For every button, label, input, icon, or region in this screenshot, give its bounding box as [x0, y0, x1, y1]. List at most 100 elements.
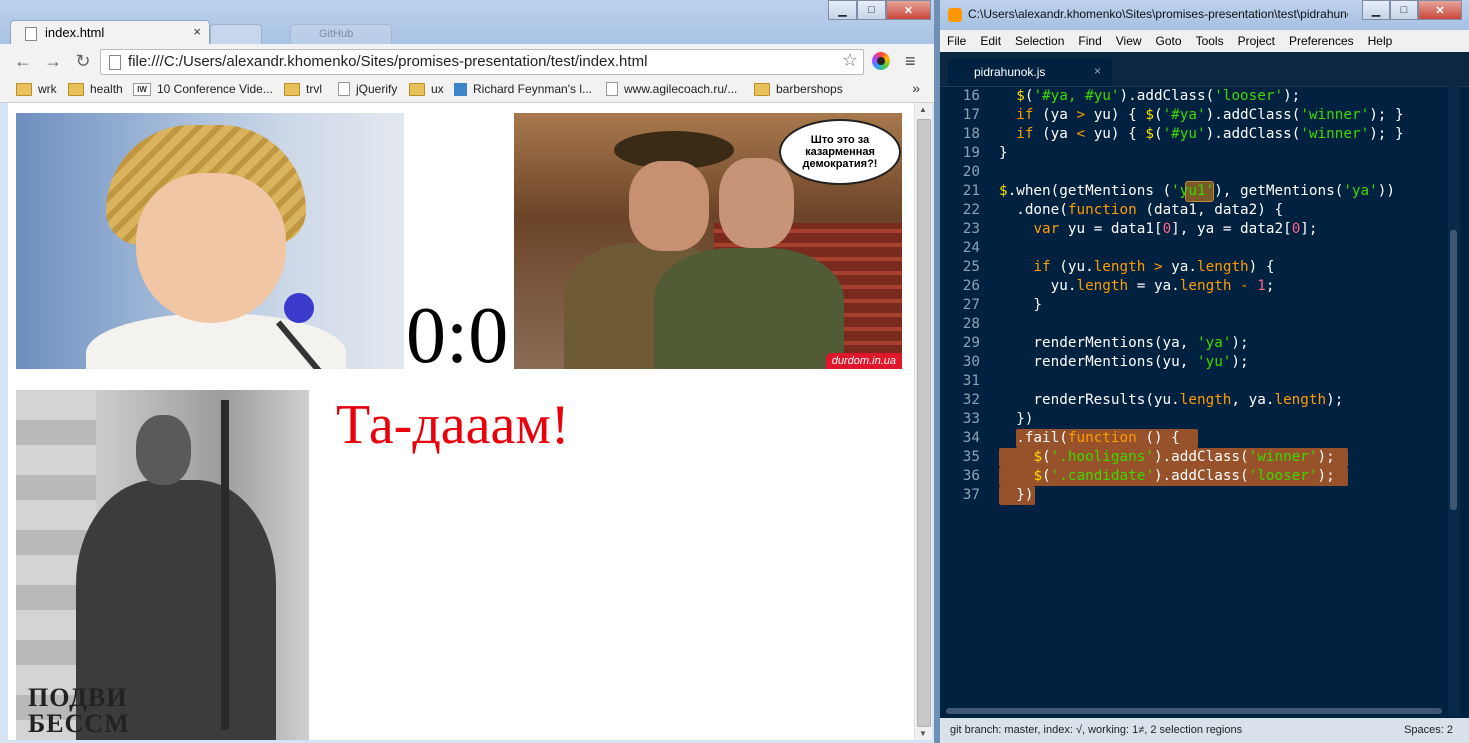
bookmark-agilecoach[interactable]: www.agilecoach.ru/... — [606, 82, 737, 96]
bookmark-star-icon[interactable]: ☆ — [842, 50, 858, 71]
forward-arrow-icon[interactable]: → — [42, 50, 64, 72]
photo-candidate-speaking — [16, 113, 404, 369]
page-content: 0:0 Што это за казарменная демократия?! … — [8, 103, 914, 740]
bookmark-barbershops[interactable]: barbershops — [754, 82, 843, 96]
bookmark-label: www.agilecoach.ru/... — [624, 82, 738, 96]
code-line: 19} — [940, 144, 1448, 163]
status-git-info: git branch: master, index: √, working: 1… — [950, 724, 1243, 736]
bookmark-trvl[interactable]: trvl — [284, 82, 322, 96]
page-scrollbar[interactable]: ▲ ▼ — [914, 103, 932, 740]
menu-file[interactable]: File — [940, 30, 973, 52]
bookmark-feynman[interactable]: Richard Feynman's l... — [454, 82, 592, 96]
menu-preferences[interactable]: Preferences — [1282, 30, 1361, 52]
menu-edit[interactable]: Edit — [973, 30, 1008, 52]
address-bar[interactable]: file:///C:/Users/alexandr.khomenko/Sites… — [100, 49, 864, 75]
status-indentation[interactable]: Spaces: 2 — [1404, 724, 1453, 736]
bookmark-health[interactable]: health — [68, 82, 123, 96]
reload-icon[interactable]: ↻ — [72, 50, 94, 72]
code-line: 20 — [940, 163, 1448, 182]
line-number: 37 — [962, 487, 980, 503]
folder-icon — [754, 82, 770, 96]
code-line: 33 }) — [940, 410, 1448, 429]
bookmark-label: ux — [431, 82, 444, 96]
bookmark-jquerify[interactable]: jQuerify — [338, 82, 397, 96]
tab-strip: index.html × GitHub ▁ □ ✕ — [0, 0, 934, 45]
close-button[interactable]: ✕ — [886, 0, 931, 20]
score-display: 0:0 — [406, 292, 509, 380]
bookmark-label: jQuerify — [356, 82, 398, 96]
status-bar: git branch: master, index: √, working: 1… — [940, 718, 1469, 743]
url-text[interactable]: file:///C:/Users/alexandr.khomenko/Sites… — [128, 53, 647, 70]
line-number: 19 — [962, 145, 980, 161]
poster-line-1: ПОДВИ — [28, 683, 128, 712]
file-icon — [25, 27, 37, 41]
line-number: 23 — [962, 221, 980, 237]
menu-project[interactable]: Project — [1231, 30, 1282, 52]
bookmark-wrk[interactable]: wrk — [16, 82, 57, 96]
folder-icon — [16, 82, 32, 96]
hamburger-menu-icon[interactable]: ≡ — [905, 51, 916, 72]
tab-pidrahunok-js[interactable]: pidrahunok.js × — [948, 58, 1112, 86]
menu-help[interactable]: Help — [1361, 30, 1400, 52]
bookmarks-overflow-chevron[interactable]: » — [912, 80, 920, 96]
scrollbar-thumb[interactable] — [917, 119, 931, 727]
minimize-button[interactable]: ▁ — [828, 0, 857, 20]
scroll-down-arrow-icon[interactable]: ▼ — [919, 729, 927, 738]
tab-ghost[interactable]: GitHub — [290, 24, 392, 45]
code-line: 37 }) — [940, 486, 1448, 505]
folder-icon — [284, 82, 300, 96]
code-line: 36 $('.candidate').addClass('looser'); — [940, 467, 1448, 486]
line-number: 17 — [962, 107, 980, 123]
editor-tab-close-button[interactable]: × — [1094, 64, 1101, 78]
new-tab-button[interactable] — [210, 24, 262, 45]
bookmarks-bar: wrk health IW 10 Conference Vide... trvl … — [0, 78, 934, 103]
bookmark-label: 10 Conference Vide... — [157, 82, 273, 96]
menu-goto[interactable]: Goto — [1149, 30, 1189, 52]
menu-view[interactable]: View — [1109, 30, 1149, 52]
code-editor[interactable]: 16 $('#ya, #yu').addClass('looser'); 17 … — [940, 86, 1448, 716]
page-icon — [606, 82, 618, 96]
bookmark-label: trvl — [306, 82, 322, 96]
tab-title: index.html — [45, 25, 105, 40]
maximize-button[interactable]: □ — [857, 0, 886, 20]
browser-toolbar: ← → ↻ file:///C:/Users/alexandr.khomenko… — [0, 44, 934, 79]
maximize-button[interactable]: □ — [1390, 0, 1418, 20]
menu-selection[interactable]: Selection — [1008, 30, 1071, 52]
line-number: 25 — [962, 259, 980, 275]
menu-bar: File Edit Selection Find View Goto Tools… — [940, 30, 1469, 52]
editor-scrollbar-thumb[interactable] — [1450, 230, 1457, 510]
bookmark-conference[interactable]: IW 10 Conference Vide... — [133, 82, 273, 96]
line-number: 21 — [962, 183, 980, 199]
minimize-button[interactable]: ▁ — [1362, 0, 1390, 20]
back-arrow-icon[interactable]: ← — [12, 50, 34, 72]
editor-tab-bar: pidrahunok.js × — [940, 52, 1469, 87]
tab-close-button[interactable]: × — [193, 24, 201, 39]
code-line: 29 renderMentions(ya, 'ya'); — [940, 334, 1448, 353]
editor-window: C:\Users\alexandr.khomenko\Sites\promise… — [940, 0, 1469, 743]
close-button[interactable]: ✕ — [1418, 0, 1462, 20]
tab-index-html[interactable]: index.html × — [10, 20, 210, 45]
line-number: 26 — [962, 278, 980, 294]
bookmark-label: health — [90, 82, 123, 96]
horizontal-scrollbar[interactable] — [946, 708, 1442, 714]
folder-icon — [68, 82, 84, 96]
poster-text: ПОДВИ БЕССМ — [28, 685, 130, 737]
scroll-up-arrow-icon[interactable]: ▲ — [919, 105, 927, 114]
photo-soldier: ПОДВИ БЕССМ — [16, 390, 309, 740]
page-icon — [109, 55, 121, 70]
line-number: 28 — [962, 316, 980, 332]
code-line: 31 — [940, 372, 1448, 391]
code-line: 16 $('#ya, #yu').addClass('looser'); — [940, 87, 1448, 106]
menu-tools[interactable]: Tools — [1189, 30, 1231, 52]
bookmark-ux[interactable]: ux — [409, 82, 444, 96]
code-line: 18 if (ya < yu) { $('#yu').addClass('win… — [940, 125, 1448, 144]
code-line: 35 $('.hooligans').addClass('winner'); — [940, 448, 1448, 467]
code-line: 34 .fail(function () { — [940, 429, 1448, 448]
extension-icon[interactable] — [872, 52, 890, 70]
line-number: 16 — [962, 88, 980, 104]
sublime-icon — [948, 8, 962, 22]
poster-line-2: БЕССМ — [28, 709, 130, 738]
menu-find[interactable]: Find — [1071, 30, 1108, 52]
line-number: 29 — [962, 335, 980, 351]
code-line: 23 var yu = data1[0], ya = data2[0]; — [940, 220, 1448, 239]
